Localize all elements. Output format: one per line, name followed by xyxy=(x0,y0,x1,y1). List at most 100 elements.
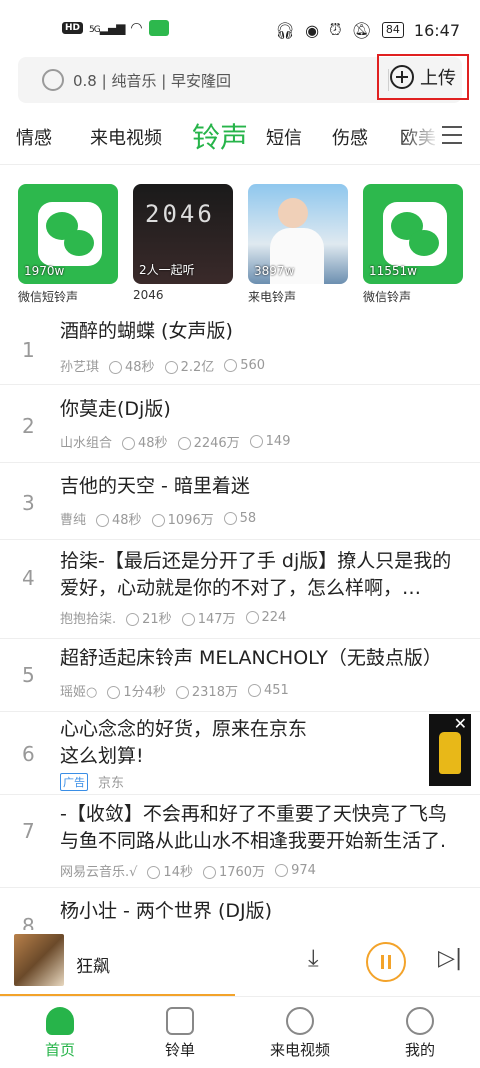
bell-icon xyxy=(46,1007,74,1035)
tab-emotion[interactable]: 情感 xyxy=(16,124,52,150)
now-playing-title: 狂飙 xyxy=(76,957,110,977)
flame-icon xyxy=(164,361,178,374)
wechat-thumbnail: 11551w xyxy=(363,184,463,284)
duration: 48秒 xyxy=(122,432,168,451)
song-row[interactable]: 5 超舒适起床铃声 MELANCHOLY（无鼓点版） 瑶姬○ 1分4秒 2318… xyxy=(0,639,480,712)
card-caption: 2046 xyxy=(133,288,164,302)
next-icon[interactable]: ▷| xyxy=(438,946,462,971)
song-row[interactable]: 7 -【收敛】不会再和好了不重要了天快亮了飞鸟与鱼不同路从此山水不相逢我要开始新… xyxy=(0,795,480,888)
rank: 6 xyxy=(22,742,35,766)
song-title: 超舒适起床铃声 MELANCHOLY（无鼓点版） xyxy=(60,647,442,669)
tabs-divider xyxy=(0,164,480,165)
oil-bottle-image xyxy=(439,732,461,774)
artist: 孙艺琪 xyxy=(60,360,100,375)
close-icon[interactable]: ✕ xyxy=(454,714,467,733)
plays: 2.2亿 xyxy=(164,356,214,375)
song-row[interactable]: 2 你莫走(Dj版) 山水组合 48秒 2246万 149 xyxy=(0,386,480,463)
eye-icon: ◉ xyxy=(305,20,320,40)
song-title: 拾柒-【最后还是分开了手 dj版】撩人只是我的爱好，心动就是你的不对了，怎么样啊… xyxy=(60,550,452,599)
plays: 1096万 xyxy=(151,509,214,528)
nav-call-video[interactable]: 来电视频 xyxy=(250,1003,350,1060)
play-count: 1970w xyxy=(24,264,65,278)
mini-player[interactable]: 狂飙 ⤓ ▷| xyxy=(0,930,480,996)
song-title: 酒醉的蝴蝶 (女声版) xyxy=(60,320,233,342)
card-call-ringtone[interactable]: 3897w 来电铃声 xyxy=(248,184,348,305)
tab-call-video[interactable]: 来电视频 xyxy=(90,124,162,150)
ad-image[interactable]: ✕ xyxy=(429,714,471,786)
phone-icon xyxy=(286,1007,314,1035)
duration: 14秒 xyxy=(147,861,193,880)
duration: 48秒 xyxy=(96,509,142,528)
flame-icon xyxy=(181,613,195,626)
nav-label: 铃单 xyxy=(164,1041,195,1059)
song-title: 杨小壮 - 两个世界 (DJ版) xyxy=(60,900,273,922)
song-row[interactable]: 1 酒醉的蝴蝶 (女声版) 孙艺琪 48秒 2.2亿 560 xyxy=(0,310,480,385)
pause-button[interactable] xyxy=(366,942,406,982)
upload-button[interactable]: 上传 xyxy=(377,54,469,100)
rank: 4 xyxy=(22,566,35,590)
wifi-icon: ◠ xyxy=(130,20,143,36)
comment-icon xyxy=(224,359,238,372)
card-wechat-ringtone[interactable]: 11551w 微信铃声 xyxy=(363,184,463,305)
wechat-notification-icon xyxy=(148,20,169,36)
card-caption: 微信铃声 xyxy=(363,290,412,304)
nav-playlists[interactable]: 铃单 xyxy=(130,1003,230,1060)
search-placeholder: 0.8 | 纯音乐 | 早安隆回 xyxy=(73,72,232,90)
bottom-nav: 首页 铃单 来电视频 我的 xyxy=(0,996,480,1068)
song-title: 吉他的天空 - 暗里着迷 xyxy=(60,475,250,497)
status-bar: HD 5G▂▄▆ ◠ 🎧︎ ◉ ⏰︎ 🔕︎ 84 16:47 xyxy=(0,0,480,58)
menu-icon[interactable] xyxy=(442,126,462,150)
artist: 曹纯 xyxy=(60,513,87,528)
plays: 147万 xyxy=(181,608,236,627)
ad-row[interactable]: 6 心心念念的好货，原来在京东这么划算! 广告 京东 xyxy=(0,712,480,795)
tab-sad[interactable]: 伤感 xyxy=(332,124,368,150)
ad-source: 京东 xyxy=(98,776,125,791)
ad-title: 心心念念的好货，原来在京东这么划算! xyxy=(60,718,308,767)
nav-me[interactable]: 我的 xyxy=(370,1003,470,1060)
clock-icon xyxy=(107,686,121,699)
comment-icon xyxy=(223,512,237,525)
song-title: 你莫走(Dj版) xyxy=(60,398,171,420)
tab-ringtone[interactable]: 铃声 xyxy=(192,116,248,156)
flame-icon xyxy=(177,437,191,450)
rank: 3 xyxy=(22,491,35,515)
artist: 网易云音乐.√ xyxy=(60,865,138,880)
card-caption: 微信短铃声 xyxy=(18,290,79,304)
battery-icon: 84 xyxy=(381,22,404,38)
tab-sms[interactable]: 短信 xyxy=(266,124,302,150)
network-label: 5G xyxy=(89,25,101,35)
wechat-thumbnail: 1970w xyxy=(18,184,118,284)
thumbnail-title: 2046 xyxy=(145,200,215,228)
wechat-icon xyxy=(383,202,447,266)
mute-icon: 🔕︎ xyxy=(351,20,372,40)
artist: 抱抱拾柒. xyxy=(60,612,117,627)
nav-home[interactable]: 首页 xyxy=(10,1003,110,1060)
girl-photo: 3897w xyxy=(248,184,348,284)
clock-icon xyxy=(96,514,110,527)
plus-circle-icon xyxy=(390,65,414,89)
card-wechat-short[interactable]: 1970w 微信短铃声 xyxy=(18,184,118,305)
comment-icon xyxy=(275,864,289,877)
ad-badge: 广告 xyxy=(60,772,88,791)
download-icon[interactable]: ⤓ xyxy=(308,944,319,972)
2046-thumbnail: 2046 2人一起听 xyxy=(133,184,233,284)
clock-icon xyxy=(122,437,136,450)
song-row[interactable]: 3 吉他的天空 - 暗里着迷 曹纯 48秒 1096万 58 xyxy=(0,463,480,540)
comments: 58 xyxy=(223,511,256,526)
duration: 21秒 xyxy=(126,608,172,627)
plays: 2318万 xyxy=(175,681,238,700)
wechat-icon xyxy=(38,202,102,266)
comments: 974 xyxy=(275,863,316,878)
album-art[interactable] xyxy=(14,934,64,986)
rank: 7 xyxy=(22,819,35,843)
hd-indicator: HD xyxy=(62,22,84,34)
song-row[interactable]: 4 拾柒-【最后还是分开了手 dj版】撩人只是我的爱好，心动就是你的不对了，怎么… xyxy=(0,540,480,639)
listen-together: 2人一起听 xyxy=(139,263,195,277)
comments: 224 xyxy=(245,610,286,625)
tabs-fade xyxy=(400,112,440,160)
plays: 1760万 xyxy=(202,861,265,880)
comment-icon xyxy=(249,435,263,448)
card-2046[interactable]: 2046 2人一起听 2046 xyxy=(133,184,233,302)
comment-icon xyxy=(247,684,261,697)
clock-icon xyxy=(126,613,140,626)
